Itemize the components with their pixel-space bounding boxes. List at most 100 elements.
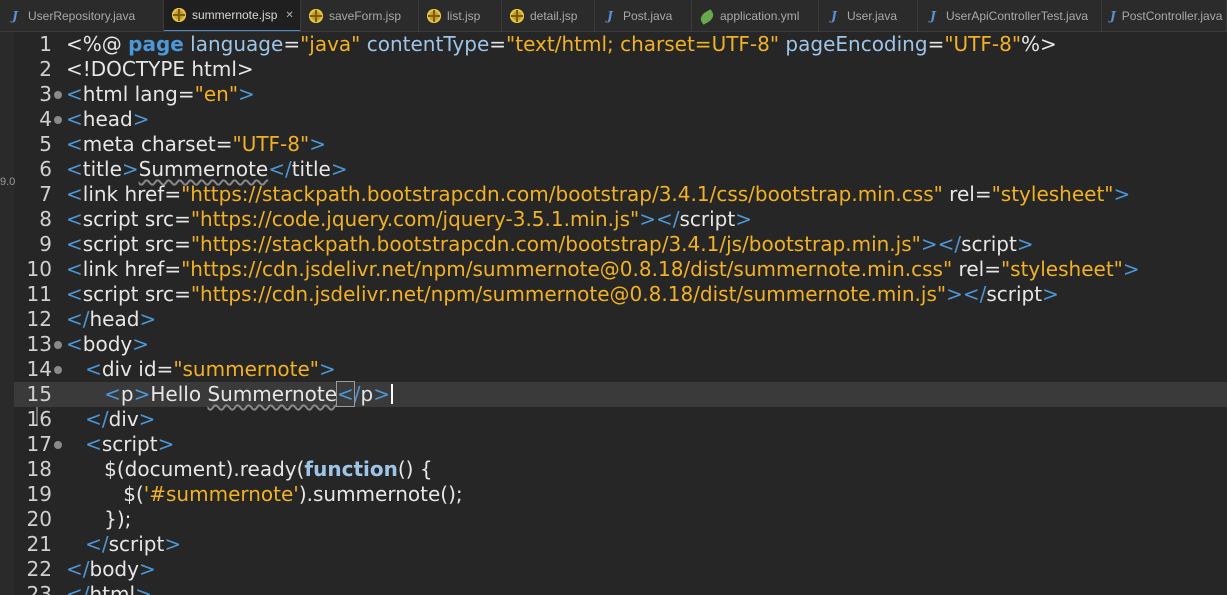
code-line[interactable]: 23 </html> — [14, 582, 1227, 595]
line-number: 19 — [26, 482, 52, 506]
code-token: = — [984, 257, 1001, 281]
code-token: </ — [85, 532, 109, 556]
code-token: head — [82, 107, 133, 131]
code-token: > — [1042, 282, 1059, 306]
code-line[interactable]: 9 <script src="https://stackpath.bootstra… — [14, 232, 1227, 257]
tab-user-java[interactable]: J User.java — [819, 0, 918, 31]
code-text: <head> — [66, 107, 149, 132]
code-text: <html lang="en"> — [66, 82, 255, 107]
code-token: ></ — [639, 207, 680, 231]
tab-list-jsp[interactable]: list.jsp — [419, 0, 502, 31]
code-line[interactable]: 4 <head> — [14, 107, 1227, 132]
code-line[interactable]: 11 <script src="https://cdn.jsdelivr.net/… — [14, 282, 1227, 307]
code-token: title — [291, 157, 331, 181]
code-text: $('#summernote').summernote(); — [66, 482, 463, 507]
code-token: < — [85, 432, 102, 456]
code-line[interactable]: 1 <%@ page language="java" contentType="t… — [14, 32, 1227, 57]
code-token: > — [330, 157, 348, 181]
line-number: 21 — [26, 532, 52, 556]
code-token: script — [679, 207, 736, 231]
tab-label: Post.java — [623, 9, 673, 23]
jsp-file-icon — [510, 9, 524, 23]
code-token: > — [735, 207, 752, 231]
code-line[interactable]: 21 </script> — [14, 532, 1227, 557]
code-line[interactable]: 18 $(document).ready(function() { — [14, 457, 1227, 482]
code-token: function — [304, 457, 398, 481]
code-token: ).summernote(); — [298, 482, 463, 506]
code-line[interactable]: 7 <link href="https://stackpath.bootstrap… — [14, 182, 1227, 207]
code-line[interactable]: 19 $('#summernote').summernote(); — [14, 482, 1227, 507]
code-token: > — [309, 132, 326, 156]
fold-toggle-icon[interactable] — [54, 366, 62, 374]
code-line[interactable]: 6 <title>Summernote</title> — [14, 157, 1227, 182]
tab-userrepository-java[interactable]: J UserRepository.java — [0, 0, 164, 31]
code-token: }); — [66, 507, 132, 531]
code-line[interactable]: 17 <script> — [14, 432, 1227, 457]
code-token: link href — [82, 257, 165, 281]
code-token: rel — [942, 182, 975, 206]
fold-toggle-icon[interactable] — [54, 116, 62, 124]
code-line[interactable]: 14 <div id="summernote"> — [14, 357, 1227, 382]
code-token: div id — [101, 357, 157, 381]
tab-post-java[interactable]: J Post.java — [595, 0, 692, 31]
code-text: }); — [66, 507, 131, 532]
code-line[interactable]: 12 </head> — [14, 307, 1227, 332]
tab-userapicontrollertest-java[interactable]: J UserApiControllerTest.java — [918, 0, 1102, 31]
code-token: < — [66, 132, 83, 156]
line-number: 5 — [39, 132, 52, 156]
line-number: 9 — [39, 232, 52, 256]
tab-summernote-jsp[interactable]: summernote.jsp ✕ — [164, 0, 301, 31]
code-line[interactable]: 8 <script src="https://code.jquery.com/jq… — [14, 207, 1227, 232]
close-tab-icon[interactable]: ✕ — [285, 10, 293, 21]
tab-detail-jsp[interactable]: detail.jsp — [502, 0, 595, 31]
code-line[interactable]: 20 }); — [14, 507, 1227, 532]
code-token: > — [164, 532, 182, 556]
code-token: "en" — [194, 82, 239, 106]
code-token: = — [174, 282, 191, 306]
code-line[interactable]: 2 <!DOCTYPE html> — [14, 57, 1227, 82]
code-token: Summernote — [138, 157, 269, 181]
code-text: $(document).ready(function() { — [66, 457, 432, 482]
line-number: 3 — [39, 82, 52, 106]
code-token: <%@ — [66, 32, 129, 56]
left-panel-strip: 9.0 — [0, 32, 16, 595]
code-editor[interactable]: 1 <%@ page language="java" contentType="t… — [14, 32, 1227, 595]
left-strip-text: 9.0 — [0, 176, 16, 188]
yml-file-icon — [698, 9, 716, 25]
code-token: "https://cdn.jsdelivr.net/npm/summernote… — [190, 282, 947, 306]
code-line[interactable]: 13 <body> — [14, 332, 1227, 357]
code-token: = — [177, 82, 195, 106]
code-token: < — [66, 182, 83, 206]
code-line[interactable]: 3 <html lang="en"> — [14, 82, 1227, 107]
code-token: "https://cdn.jsdelivr.net/npm/summernote… — [181, 257, 953, 281]
code-token: "https://stackpath.bootstrapcdn.com/boot… — [181, 182, 943, 206]
code-token: "stylesheet" — [1000, 257, 1123, 281]
tab-label: application.yml — [720, 9, 800, 23]
code-token: > — [132, 107, 150, 131]
line-number: 13 — [26, 332, 52, 356]
fold-toggle-icon[interactable] — [54, 341, 62, 349]
fold-toggle-icon[interactable] — [54, 441, 62, 449]
code-text: <link href="https://cdn.jsdelivr.net/npm… — [66, 257, 1140, 282]
code-token: "UTF-8" — [232, 132, 310, 156]
code-token: = — [174, 232, 191, 256]
code-line[interactable]: 22 </body> — [14, 557, 1227, 582]
tab-application-yml[interactable]: application.yml — [692, 0, 819, 31]
code-line[interactable]: 15 <p>Hello Summernote</p> — [14, 381, 1227, 407]
code-token: > — [1113, 182, 1131, 206]
tab-saveform-jsp[interactable]: saveForm.jsp — [301, 0, 419, 31]
code-line[interactable]: 5 <meta charset="UTF-8"> — [14, 132, 1227, 157]
code-line[interactable]: 10 <link href="https://cdn.jsdelivr.net/n… — [14, 257, 1227, 282]
code-token: script — [101, 432, 158, 456]
code-token: > — [133, 382, 151, 406]
tab-postcontroller-java[interactable]: J PostController.java — [1102, 0, 1227, 31]
code-line[interactable]: 16 </div> — [14, 407, 1227, 432]
code-token: < — [66, 332, 83, 356]
fold-toggle-icon[interactable] — [54, 91, 62, 99]
line-number: 7 — [39, 182, 52, 206]
code-token: <!DOCTYPE html> — [66, 57, 254, 81]
code-token: html lang — [82, 82, 178, 106]
